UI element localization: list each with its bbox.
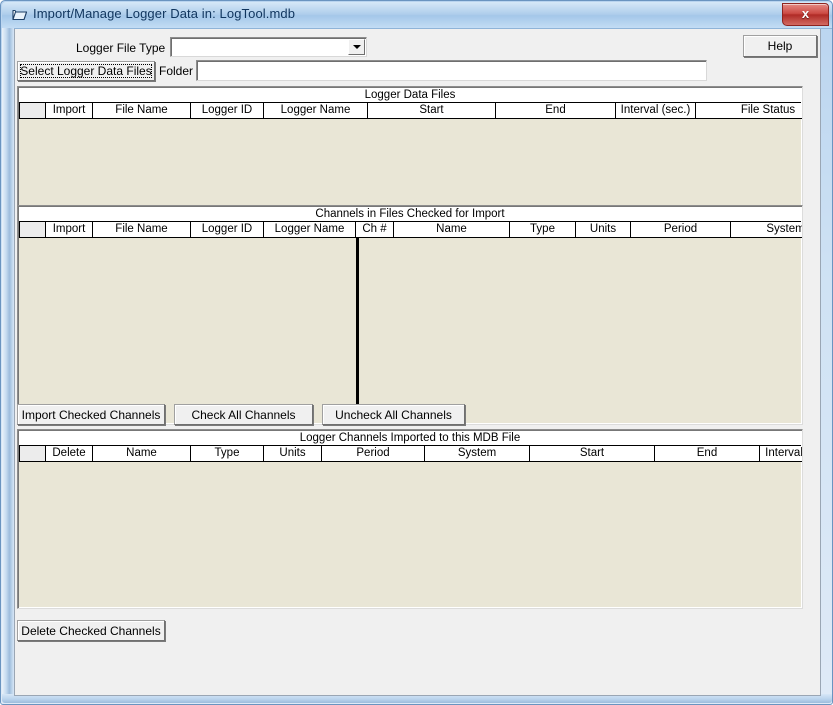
- channels-for-import-grid[interactable]: Channels in Files Checked for Import Imp…: [17, 205, 803, 425]
- channels-for-import-row-selector-header[interactable]: [19, 222, 46, 238]
- folder-input[interactable]: [196, 60, 707, 81]
- window-title: Import/Manage Logger Data in: LogTool.md…: [33, 6, 296, 21]
- logger-data-files-column-header-logger-name[interactable]: Logger Name: [264, 103, 368, 119]
- imported-channels-column-header-period[interactable]: Period: [322, 446, 425, 462]
- channels-for-import-column-header-name[interactable]: Name: [394, 222, 510, 238]
- frozen-column-divider: [356, 238, 359, 423]
- select-logger-data-files-button[interactable]: Select Logger Data Files: [17, 61, 155, 81]
- delete-checked-channels-button[interactable]: Delete Checked Channels: [17, 620, 165, 641]
- channels-for-import-column-header-logger-name[interactable]: Logger Name: [264, 222, 356, 238]
- logger-file-type-combobox[interactable]: [170, 37, 367, 57]
- logger-data-files-column-header-import[interactable]: Import: [46, 103, 93, 119]
- folder-label: Folder: [159, 64, 194, 78]
- logger-data-files-column-header-logger-id[interactable]: Logger ID: [191, 103, 264, 119]
- logger-data-files-column-header-end[interactable]: End: [496, 103, 616, 119]
- imported-channels-grid[interactable]: Logger Channels Imported to this MDB Fil…: [17, 429, 803, 609]
- title-bar: Import/Manage Logger Data in: LogTool.md…: [2, 2, 832, 29]
- client-area: Logger File Type Help Select Logger Data…: [14, 29, 821, 696]
- logger-data-files-column-header-interval-sec[interactable]: Interval (sec.): [616, 103, 696, 119]
- channels-for-import-body[interactable]: [19, 238, 801, 423]
- imported-channels-column-header-units[interactable]: Units: [264, 446, 322, 462]
- import-checked-channels-button[interactable]: Import Checked Channels: [17, 404, 165, 425]
- logger-data-files-column-header-file-status[interactable]: File Status: [696, 103, 802, 119]
- imported-channels-row-selector-strip: [19, 462, 47, 607]
- channels-for-import-column-header-ch[interactable]: Ch #: [356, 222, 394, 238]
- imported-channels-column-header-interval-sec[interactable]: Interval (sec.): [760, 446, 802, 462]
- imported-channels-row-selector-header[interactable]: [19, 446, 46, 462]
- channels-for-import-caption: Channels in Files Checked for Import: [19, 207, 801, 222]
- imported-channels-column-header-system[interactable]: System: [425, 446, 530, 462]
- uncheck-all-channels-button[interactable]: Uncheck All Channels: [322, 404, 465, 425]
- channels-for-import-column-header-type[interactable]: Type: [510, 222, 576, 238]
- imported-channels-column-header-start[interactable]: Start: [530, 446, 655, 462]
- close-button[interactable]: x: [782, 3, 829, 26]
- imported-channels-column-header-name[interactable]: Name: [93, 446, 191, 462]
- channels-for-import-column-header-file-name[interactable]: File Name: [93, 222, 191, 238]
- chevron-down-icon[interactable]: [348, 39, 365, 55]
- folder-window-icon: [12, 7, 28, 22]
- imported-channels-caption: Logger Channels Imported to this MDB Fil…: [19, 431, 801, 446]
- check-all-channels-button[interactable]: Check All Channels: [174, 404, 313, 425]
- imported-channels-header-row: Delete Name Type Units Period System Start End I…: [19, 446, 802, 462]
- channels-for-import-column-header-period[interactable]: Period: [631, 222, 731, 238]
- channels-for-import-column-header-system[interactable]: System: [731, 222, 802, 238]
- logger-data-files-header-row: Import File Name Logger ID Logger Name Start…: [19, 103, 802, 119]
- window-left-edge: [2, 28, 14, 697]
- logger-data-files-column-header-file-name[interactable]: File Name: [93, 103, 191, 119]
- channels-for-import-column-header-import[interactable]: Import: [46, 222, 93, 238]
- imported-channels-column-header-end[interactable]: End: [655, 446, 760, 462]
- channels-for-import-header-row: Import File Name Logger ID Logger Name Ch # N…: [19, 222, 802, 238]
- imported-channels-body[interactable]: [19, 462, 801, 607]
- imported-channels-column-header-delete[interactable]: Delete: [46, 446, 93, 462]
- logger-file-type-label: Logger File Type: [76, 41, 166, 55]
- application-window: Import/Manage Logger Data in: LogTool.md…: [0, 0, 833, 705]
- logger-data-files-caption: Logger Data Files: [19, 88, 801, 103]
- logger-data-files-column-header-start[interactable]: Start: [368, 103, 496, 119]
- channels-for-import-column-header-units[interactable]: Units: [576, 222, 631, 238]
- channels-for-import-column-header-logger-id[interactable]: Logger ID: [191, 222, 264, 238]
- logger-data-files-row-selector-header[interactable]: [19, 103, 46, 119]
- imported-channels-column-header-type[interactable]: Type: [191, 446, 264, 462]
- channels-for-import-row-selector-strip: [19, 238, 47, 423]
- help-button[interactable]: Help: [743, 35, 817, 57]
